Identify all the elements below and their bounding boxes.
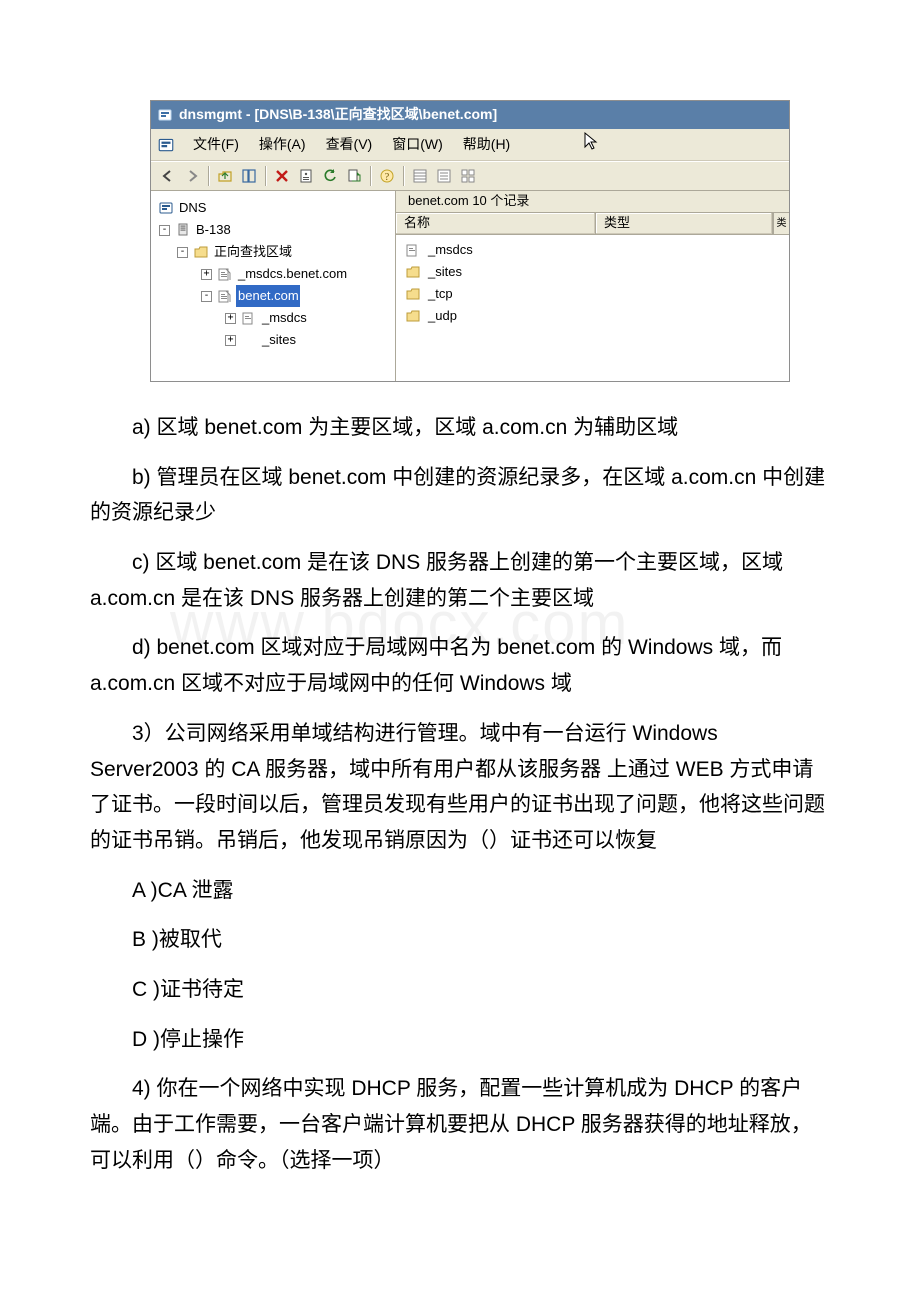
tree-pane[interactable]: DNS - B-138 - 正向查找区域 + xyxy=(151,191,396,381)
folder-icon xyxy=(241,332,257,348)
show-hide-tree-button[interactable] xyxy=(238,165,260,187)
tree-node-server[interactable]: - B-138 xyxy=(155,219,393,241)
zone-icon xyxy=(405,242,421,258)
help-button[interactable]: ? xyxy=(376,165,398,187)
properties-button[interactable] xyxy=(295,165,317,187)
dns-app-icon xyxy=(157,107,173,123)
tree-node-forward-zones[interactable]: - 正向查找区域 xyxy=(155,241,393,263)
list-item-label: _msdcs xyxy=(428,239,473,261)
folder-icon xyxy=(405,308,421,324)
delete-button[interactable] xyxy=(271,165,293,187)
list-item[interactable]: _msdcs xyxy=(402,239,783,261)
tree-label: B-138 xyxy=(194,219,232,241)
list-body[interactable]: _msdcs _sites _tcp xyxy=(396,235,789,381)
menu-help[interactable]: 帮助(H) xyxy=(455,131,518,159)
q3-option-c: C )证书待定 xyxy=(90,972,830,1008)
expand-icon[interactable]: + xyxy=(225,313,236,324)
menu-file[interactable]: 文件(F) xyxy=(185,131,247,159)
tree-label-selected: benet.com xyxy=(236,285,300,307)
tree-label: 正向查找区域 xyxy=(212,241,293,263)
q3-option-a: A )CA 泄露 xyxy=(90,873,830,909)
list-item[interactable]: _tcp xyxy=(402,283,783,305)
q3-option-b: B )被取代 xyxy=(90,922,830,958)
menu-view[interactable]: 查看(V) xyxy=(318,131,381,159)
list-item-label: _tcp xyxy=(428,283,453,305)
up-one-level-button[interactable] xyxy=(214,165,236,187)
detail-view-button[interactable] xyxy=(433,165,455,187)
collapse-icon[interactable]: - xyxy=(159,225,170,236)
tree-node-dns[interactable]: DNS xyxy=(155,197,393,219)
dns-root-icon xyxy=(158,200,174,216)
list-view-button[interactable] xyxy=(409,165,431,187)
icon-view-button[interactable] xyxy=(457,165,479,187)
zone-icon xyxy=(217,266,233,282)
zone-icon xyxy=(241,310,257,326)
dns-mmc-window: dnsmgmt - [DNS\B-138\正向查找区域\benet.com] 文… xyxy=(150,100,790,382)
q3-option-d: D )停止操作 xyxy=(90,1022,830,1058)
list-item-label: _sites xyxy=(428,261,462,283)
nav-forward-button[interactable] xyxy=(181,165,203,187)
tree-label: _sites xyxy=(260,329,297,351)
svg-text:?: ? xyxy=(385,172,390,183)
q2-option-a: a) 区域 benet.com 为主要区域，区域 a.com.cn 为辅助区域 xyxy=(90,410,830,446)
q2-option-d: d) benet.com 区域对应于局域网中名为 benet.com 的 Win… xyxy=(90,630,830,701)
column-scroll-indicator: 类 xyxy=(773,213,789,234)
document-body: a) 区域 benet.com 为主要区域，区域 a.com.cn 为辅助区域 … xyxy=(90,382,830,1178)
collapse-icon[interactable]: - xyxy=(201,291,212,302)
expand-icon[interactable]: + xyxy=(225,335,236,346)
folder-icon xyxy=(193,244,209,260)
collapse-icon[interactable]: - xyxy=(177,247,188,258)
q2-option-b: b) 管理员在区域 benet.com 中创建的资源纪录多，在区域 a.com.… xyxy=(90,460,830,531)
menu-action[interactable]: 操作(A) xyxy=(251,131,314,159)
title-bar: dnsmgmt - [DNS\B-138\正向查找区域\benet.com] xyxy=(151,101,789,129)
tree-node-sub-msdcs[interactable]: + _msdcs xyxy=(155,307,393,329)
tree-node-zone-benet[interactable]: - benet.com xyxy=(155,285,393,307)
list-item-label: _udp xyxy=(428,305,457,327)
menu-bar: 文件(F) 操作(A) 查看(V) 窗口(W) 帮助(H) xyxy=(151,129,789,161)
list-item[interactable]: _udp xyxy=(402,305,783,327)
column-type[interactable]: 类型 xyxy=(596,213,773,234)
folder-icon xyxy=(405,264,421,280)
tree-node-zone-msdcs[interactable]: + _msdcs.benet.com xyxy=(155,263,393,285)
list-summary-text: benet.com 10 个记录 xyxy=(408,190,529,212)
list-summary-header: benet.com 10 个记录 xyxy=(396,191,789,213)
refresh-button[interactable] xyxy=(319,165,341,187)
list-item[interactable]: _sites xyxy=(402,261,783,283)
zone-icon xyxy=(217,288,233,304)
dns-app-icon xyxy=(157,136,175,154)
mouse-cursor-icon xyxy=(582,131,602,158)
server-icon xyxy=(175,222,191,238)
tree-label: DNS xyxy=(177,197,207,219)
column-name[interactable]: 名称 xyxy=(396,213,596,234)
q4-stem: 4) 你在一个网络中实现 DHCP 服务，配置一些计算机成为 DHCP 的客户端… xyxy=(90,1071,830,1178)
list-pane: benet.com 10 个记录 名称 类型 类 xyxy=(396,191,789,381)
q3-stem: 3）公司网络采用单域结构进行管理。域中有一台运行 Windows Server2… xyxy=(90,716,830,859)
q2-option-c: c) 区域 benet.com 是在该 DNS 服务器上创建的第一个主要区域，区… xyxy=(90,545,830,616)
tree-label: _msdcs xyxy=(260,307,308,329)
tree-label: _msdcs.benet.com xyxy=(236,263,348,285)
list-columns: 名称 类型 类 xyxy=(396,213,789,235)
client-area: DNS - B-138 - 正向查找区域 + xyxy=(151,191,789,381)
expand-icon[interactable]: + xyxy=(201,269,212,280)
tool-bar: ? xyxy=(151,161,789,191)
nav-back-button[interactable] xyxy=(157,165,179,187)
menu-window[interactable]: 窗口(W) xyxy=(384,131,451,159)
folder-icon xyxy=(405,286,421,302)
tree-node-sub-sites[interactable]: + _sites xyxy=(155,329,393,351)
title-text: dnsmgmt - [DNS\B-138\正向查找区域\benet.com] xyxy=(179,103,497,127)
export-list-button[interactable] xyxy=(343,165,365,187)
